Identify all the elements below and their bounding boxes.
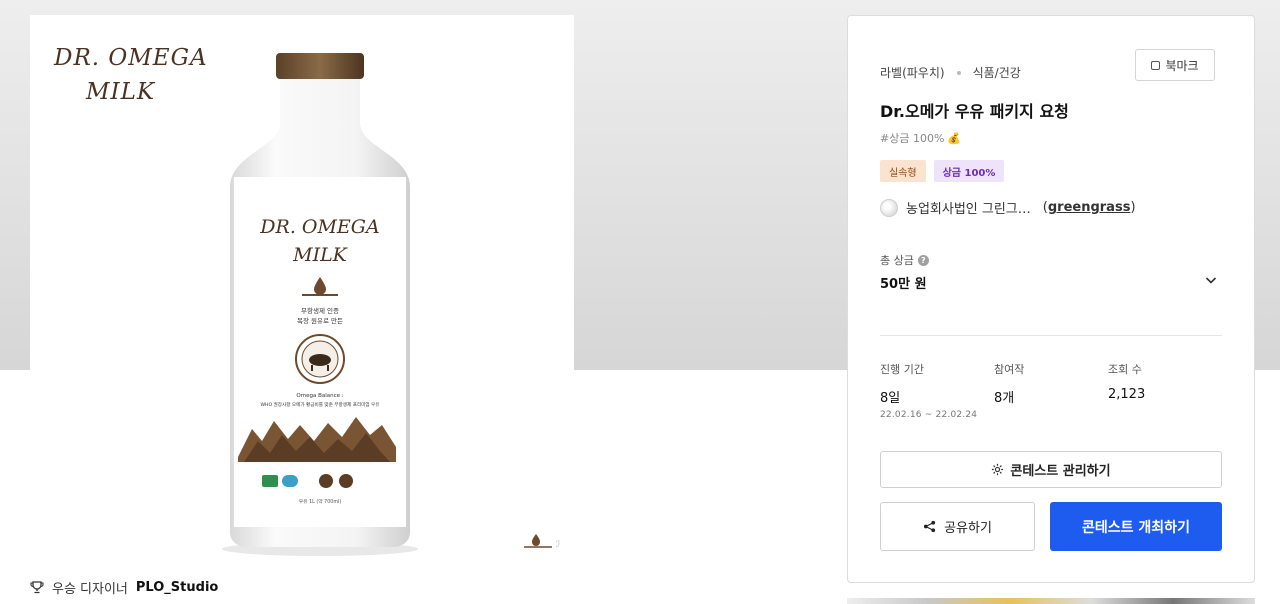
watermark-icon: ℐ — [524, 534, 560, 550]
total-prize-label: 총 상금 ? — [880, 252, 929, 268]
product-image[interactable]: DR. OMEGA MILK DR. OMEGA MILK 무항생제 인증 목장… — [30, 15, 574, 560]
contest-info-panel: 라벨(파우치) 식품/건강 북마크 Dr.오메가 우유 패키지 요청 #상금 1… — [847, 15, 1255, 583]
milk-bottle-illustration: DR. OMEGA MILK 무항생제 인증 목장 원유로 만든 Omega B… — [222, 53, 418, 556]
total-prize-value: 50만 원 — [880, 277, 927, 292]
host-company[interactable]: 농업회사법인 그린그… (greengrass) — [880, 198, 1136, 217]
contest-title: Dr.오메가 우유 패키지 요청 — [880, 102, 1069, 121]
company-avatar — [880, 198, 898, 217]
image-brand-line1: DR. OMEGA — [54, 45, 208, 71]
bottle-brand-line1: DR. OMEGA — [259, 216, 379, 238]
designer-name[interactable]: PLO_Studio — [136, 580, 218, 595]
stat-entries: 참여작 8개 — [994, 363, 1025, 406]
next-card-peek — [847, 598, 1255, 604]
stat-duration: 진행 기간 8일 22.02.16 ~ 22.02.24 — [880, 363, 978, 420]
bookmark-label: 북마크 — [1165, 58, 1199, 73]
bookmark-button[interactable]: 북마크 — [1135, 49, 1215, 81]
share-icon — [924, 520, 936, 533]
trophy-icon — [30, 581, 44, 594]
help-icon[interactable]: ? — [917, 254, 929, 266]
image-brand-line2: MILK — [86, 79, 156, 105]
share-button[interactable]: 공유하기 — [880, 502, 1035, 551]
open-contest-button[interactable]: 콘테스트 개최하기 — [1050, 502, 1222, 551]
manage-contest-button[interactable]: 콘테스트 관리하기 — [880, 451, 1222, 488]
breadcrumb: 라벨(파우치) 식품/건강 — [880, 64, 1021, 81]
contest-tagline: #상금 100% 💰 — [880, 130, 961, 146]
bottle-desc: WHO 권장사항 오메가 황금비를 맞춘 무항생제 프리미엄 우유 — [260, 401, 379, 408]
duration-dates: 22.02.16 ~ 22.02.24 — [880, 410, 978, 420]
chevron-down-icon[interactable] — [1203, 272, 1219, 288]
image-brand-text: DR. OMEGA MILK — [54, 41, 208, 109]
tagline-text: #상금 100% — [880, 132, 945, 145]
designer-prefix: 우승 디자이너 — [52, 581, 128, 597]
badge-list: 실속형 상금 100% — [880, 160, 1005, 182]
badge-practical: 실속형 — [880, 160, 926, 182]
bookmark-icon — [1151, 60, 1161, 70]
bottle-copy1: 무항생제 인증 — [301, 306, 339, 315]
stat-views: 조회 수 2,123 — [1108, 363, 1146, 402]
category-link[interactable]: 라벨(파우치) — [880, 64, 945, 81]
winner-designer: 우승 디자이너 PLO_Studio — [30, 577, 218, 597]
bottle-copy2: 목장 원유로 만든 — [297, 316, 343, 325]
divider — [880, 335, 1222, 336]
badge-prize: 상금 100% — [933, 160, 1005, 182]
bottle-volume: 우유 1L (약 700ml) — [299, 498, 342, 505]
subcategory-link[interactable]: 식품/건강 — [973, 64, 1021, 81]
svg-text:ℐ: ℐ — [556, 540, 560, 550]
breadcrumb-separator — [956, 70, 961, 75]
gear-icon — [992, 463, 1004, 476]
money-bag-icon: 💰 — [947, 131, 962, 145]
company-name: 농업회사법인 그린그… — [906, 202, 1031, 217]
bottle-balance: Omega Balance : — [296, 393, 343, 399]
company-handle[interactable]: (greengrass) — [1043, 200, 1136, 215]
bottle-brand-line2: MILK — [292, 244, 349, 266]
